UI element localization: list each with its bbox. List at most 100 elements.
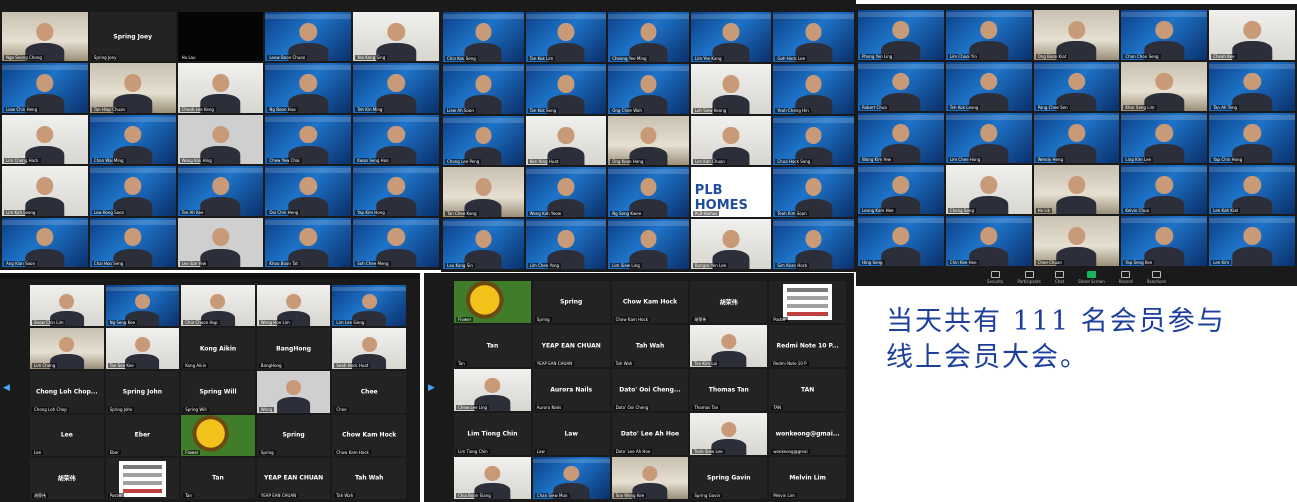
participant-tile[interactable]: Chee Chuan — [1033, 216, 1120, 266]
participant-tile[interactable]: Soh Chee Meng — [353, 217, 439, 267]
participant-tile[interactable]: Cheah Lee Keng — [177, 63, 264, 113]
record-button[interactable]: Record — [1119, 270, 1133, 284]
participant-tile[interactable]: Ng Seng Kee — [105, 285, 180, 327]
participant-tile[interactable]: Tan Tan — [454, 325, 531, 367]
participant-tile[interactable]: Leow Boon Chuan — [265, 12, 352, 62]
participant-tile[interactable]: Eber Eber — [105, 414, 180, 456]
participant-tile[interactable]: Chan Siew Mun — [532, 457, 610, 499]
participant-tile[interactable]: Aurora Nails Aurora Nails — [532, 369, 610, 411]
participant-tile[interactable]: Ling Kim Lee — [1121, 113, 1208, 163]
participant-tile[interactable]: Khoo Boon Tat — [265, 217, 352, 267]
participant-tile[interactable]: Chong Loh Chop... Chong Loh Chop — [30, 371, 104, 413]
participant-tile[interactable]: Ong Chee Wah — [608, 63, 689, 114]
participant-tile[interactable]: Chong Lee Peng — [443, 115, 524, 166]
participant-tile[interactable]: Tan Hiap Chuan — [89, 63, 176, 113]
participant-tile[interactable]: YEAP EAN CHUAN YEAP EAN CHUAN — [532, 325, 610, 367]
participant-tile[interactable]: Lee Kim — [1209, 216, 1295, 266]
security-button[interactable]: Security — [987, 270, 1003, 284]
participant-tile[interactable]: Bangsa Yen Lee — [690, 219, 772, 269]
participant-tile[interactable]: Soo Weng Kee — [611, 457, 689, 499]
participant-tile[interactable]: Chow Kam Hock Chow Kam Hock — [611, 281, 689, 323]
participant-tile[interactable]: Phang Yen Ling — [858, 10, 944, 60]
participant-tile[interactable]: Yeoh Cheng Hin — [773, 63, 854, 114]
participant-tile[interactable]: Tan Kok Lim — [525, 12, 607, 62]
participant-tile[interactable]: Redmi Note 10 P... Redmi Note 10 P — [769, 325, 846, 367]
participant-tile[interactable]: Cheong Yee Ming — [608, 12, 689, 62]
participant-tile[interactable]: Liew Ah Soon — [443, 63, 524, 114]
participant-tile[interactable]: Chew Yew Chai — [265, 114, 352, 165]
participant-tile[interactable]: Ng Seng Kwee — [608, 167, 689, 218]
participant-tile[interactable]: Yap Kim Hong — [353, 166, 439, 216]
participant-tile[interactable]: Lim Yee Kang — [690, 12, 772, 62]
participant-tile[interactable]: Kwan Seng Hoo — [353, 114, 439, 165]
participant-tile[interactable]: Lim Chooi Yin — [945, 10, 1032, 60]
participant-tile[interactable]: Ooi Chin Heng — [265, 166, 352, 216]
participant-tile[interactable]: 胡荣伟 胡荣伟 — [690, 281, 768, 323]
participant-tile[interactable]: wonkeong@gmai... wonkeong@gmai — [769, 413, 846, 455]
participant-tile[interactable]: Chai Hoo Seng — [89, 217, 176, 267]
participant-tile[interactable]: Tan Soo Kee — [105, 328, 180, 370]
participant-tile[interactable]: Tan Kim Lai — [690, 325, 768, 367]
participant-tile[interactable]: Chee Chee — [332, 371, 406, 413]
reactions-button[interactable]: Reactions — [1147, 270, 1166, 284]
participant-tile[interactable]: Tan Chee Kong — [443, 167, 524, 218]
participant-tile[interactable]: Hing Seng — [858, 216, 944, 266]
participant-tile[interactable]: Spring John Spring John — [105, 371, 180, 413]
participant-tile[interactable]: Wong — [256, 371, 331, 413]
participant-tile[interactable]: BangHong BangHong — [256, 328, 331, 370]
participant-tile[interactable]: Goh Hock Lee — [773, 12, 854, 62]
chat-button[interactable]: Chat — [1055, 270, 1064, 284]
participant-tile[interactable]: Lim Cheng — [30, 328, 104, 370]
participant-tile[interactable]: Ngo Seong Chong — [2, 12, 88, 62]
participant-tile[interactable]: Ong Kean Heng — [608, 115, 689, 166]
participant-tile[interactable]: Tan Kok Seng — [525, 63, 607, 114]
share-screen-button[interactable]: Share Screen — [1078, 270, 1105, 284]
participant-tile-flower-avatar[interactable]: Flower — [454, 281, 531, 323]
participant-tile[interactable]: 胡荣伟 胡荣伟 — [30, 457, 104, 499]
participant-tile-flower-avatar[interactable]: Flower — [181, 414, 255, 456]
participant-tile[interactable]: Chia Boon Siang — [454, 457, 531, 499]
participant-tile[interactable]: Seow Chin Lim — [30, 285, 104, 327]
participant-tile[interactable]: Ong Boon Kiat — [1033, 10, 1120, 60]
participant-tile[interactable]: Spring Spring — [256, 414, 331, 456]
participant-tile[interactable]: Tee Ah Kee — [177, 166, 264, 216]
participant-tile[interactable]: Law Law — [532, 413, 610, 455]
participant-tile[interactable]: Kee Yong Huat — [525, 115, 607, 166]
participant-tile[interactable]: Lim Chee Hong — [945, 113, 1032, 163]
participant-tile[interactable]: YEAP EAN CHUAN YEAP EAN CHUAN — [256, 457, 331, 499]
participant-tile[interactable]: Spring Gavin Spring Gavin — [690, 457, 768, 499]
participant-tile[interactable]: Ang Kian Soon — [2, 217, 88, 267]
participant-tile[interactable]: Spring Will Spring Will — [181, 371, 255, 413]
participant-tile[interactable]: Kong Aikin Kong Aikin — [181, 328, 255, 370]
participant-tile[interactable]: Wong Kok Hing — [177, 114, 264, 165]
next-page-button[interactable]: ▶ — [428, 383, 435, 393]
participant-tile[interactable]: PLB HOMES PLB Homes — [690, 167, 772, 218]
participant-tile[interactable]: Low Kong Soon — [89, 166, 176, 216]
participant-tile[interactable]: Yap Chin Hong — [1209, 113, 1295, 163]
participant-tile[interactable]: Lim Lee Sieng — [332, 285, 406, 327]
participant-tile[interactable]: Cheah Kee — [1209, 10, 1295, 60]
participant-tile[interactable]: Pang Chee Sen — [1033, 61, 1120, 112]
participant-tile[interactable]: Ho Lik — [1033, 164, 1120, 215]
participant-tile[interactable]: Chan Choo Seng — [1121, 10, 1208, 60]
participant-tile[interactable]: Thomas Tan Thomas Tan — [690, 369, 768, 411]
participant-tile[interactable]: Lee Sze Yew — [177, 217, 264, 267]
participant-tile[interactable]: Lim Kah Chuan — [690, 115, 772, 166]
participant-tile[interactable]: Teoh Kim Soon — [773, 167, 854, 218]
participant-tile[interactable]: Melvin Lim Melvin Lim — [769, 457, 846, 499]
participant-tile[interactable]: Lim Kah Leong — [2, 166, 88, 216]
participant-tile[interactable]: Ng Boon Hua — [265, 63, 352, 113]
participant-tile[interactable]: Chua Hock Seng — [773, 115, 854, 166]
participant-tile[interactable]: Wong Kah Yeow — [525, 167, 607, 218]
participant-tile[interactable]: Lim Siew Ling — [608, 219, 689, 269]
participant-tile[interactable]: TAN TAN — [769, 369, 846, 411]
participant-tile[interactable]: Lee Kah Kiat — [1209, 164, 1295, 215]
participant-tile[interactable]: Spring Spring — [532, 281, 610, 323]
participant-tile[interactable]: Spring Joey Spring Joey — [89, 12, 176, 62]
participant-tile[interactable]: Khor Seng Lim — [1121, 61, 1208, 112]
participant-tile[interactable]: Chow Kam Hock Chow Kam Hock — [332, 414, 406, 456]
participant-tile[interactable]: Tan Ah Teng — [1209, 61, 1295, 112]
participant-tile[interactable]: Kelvin Chua — [1121, 164, 1208, 215]
participant-tile[interactable]: Lim Cheng Hock — [2, 114, 88, 165]
participant-tile[interactable]: Tah Wah Tah Wah — [611, 325, 689, 367]
